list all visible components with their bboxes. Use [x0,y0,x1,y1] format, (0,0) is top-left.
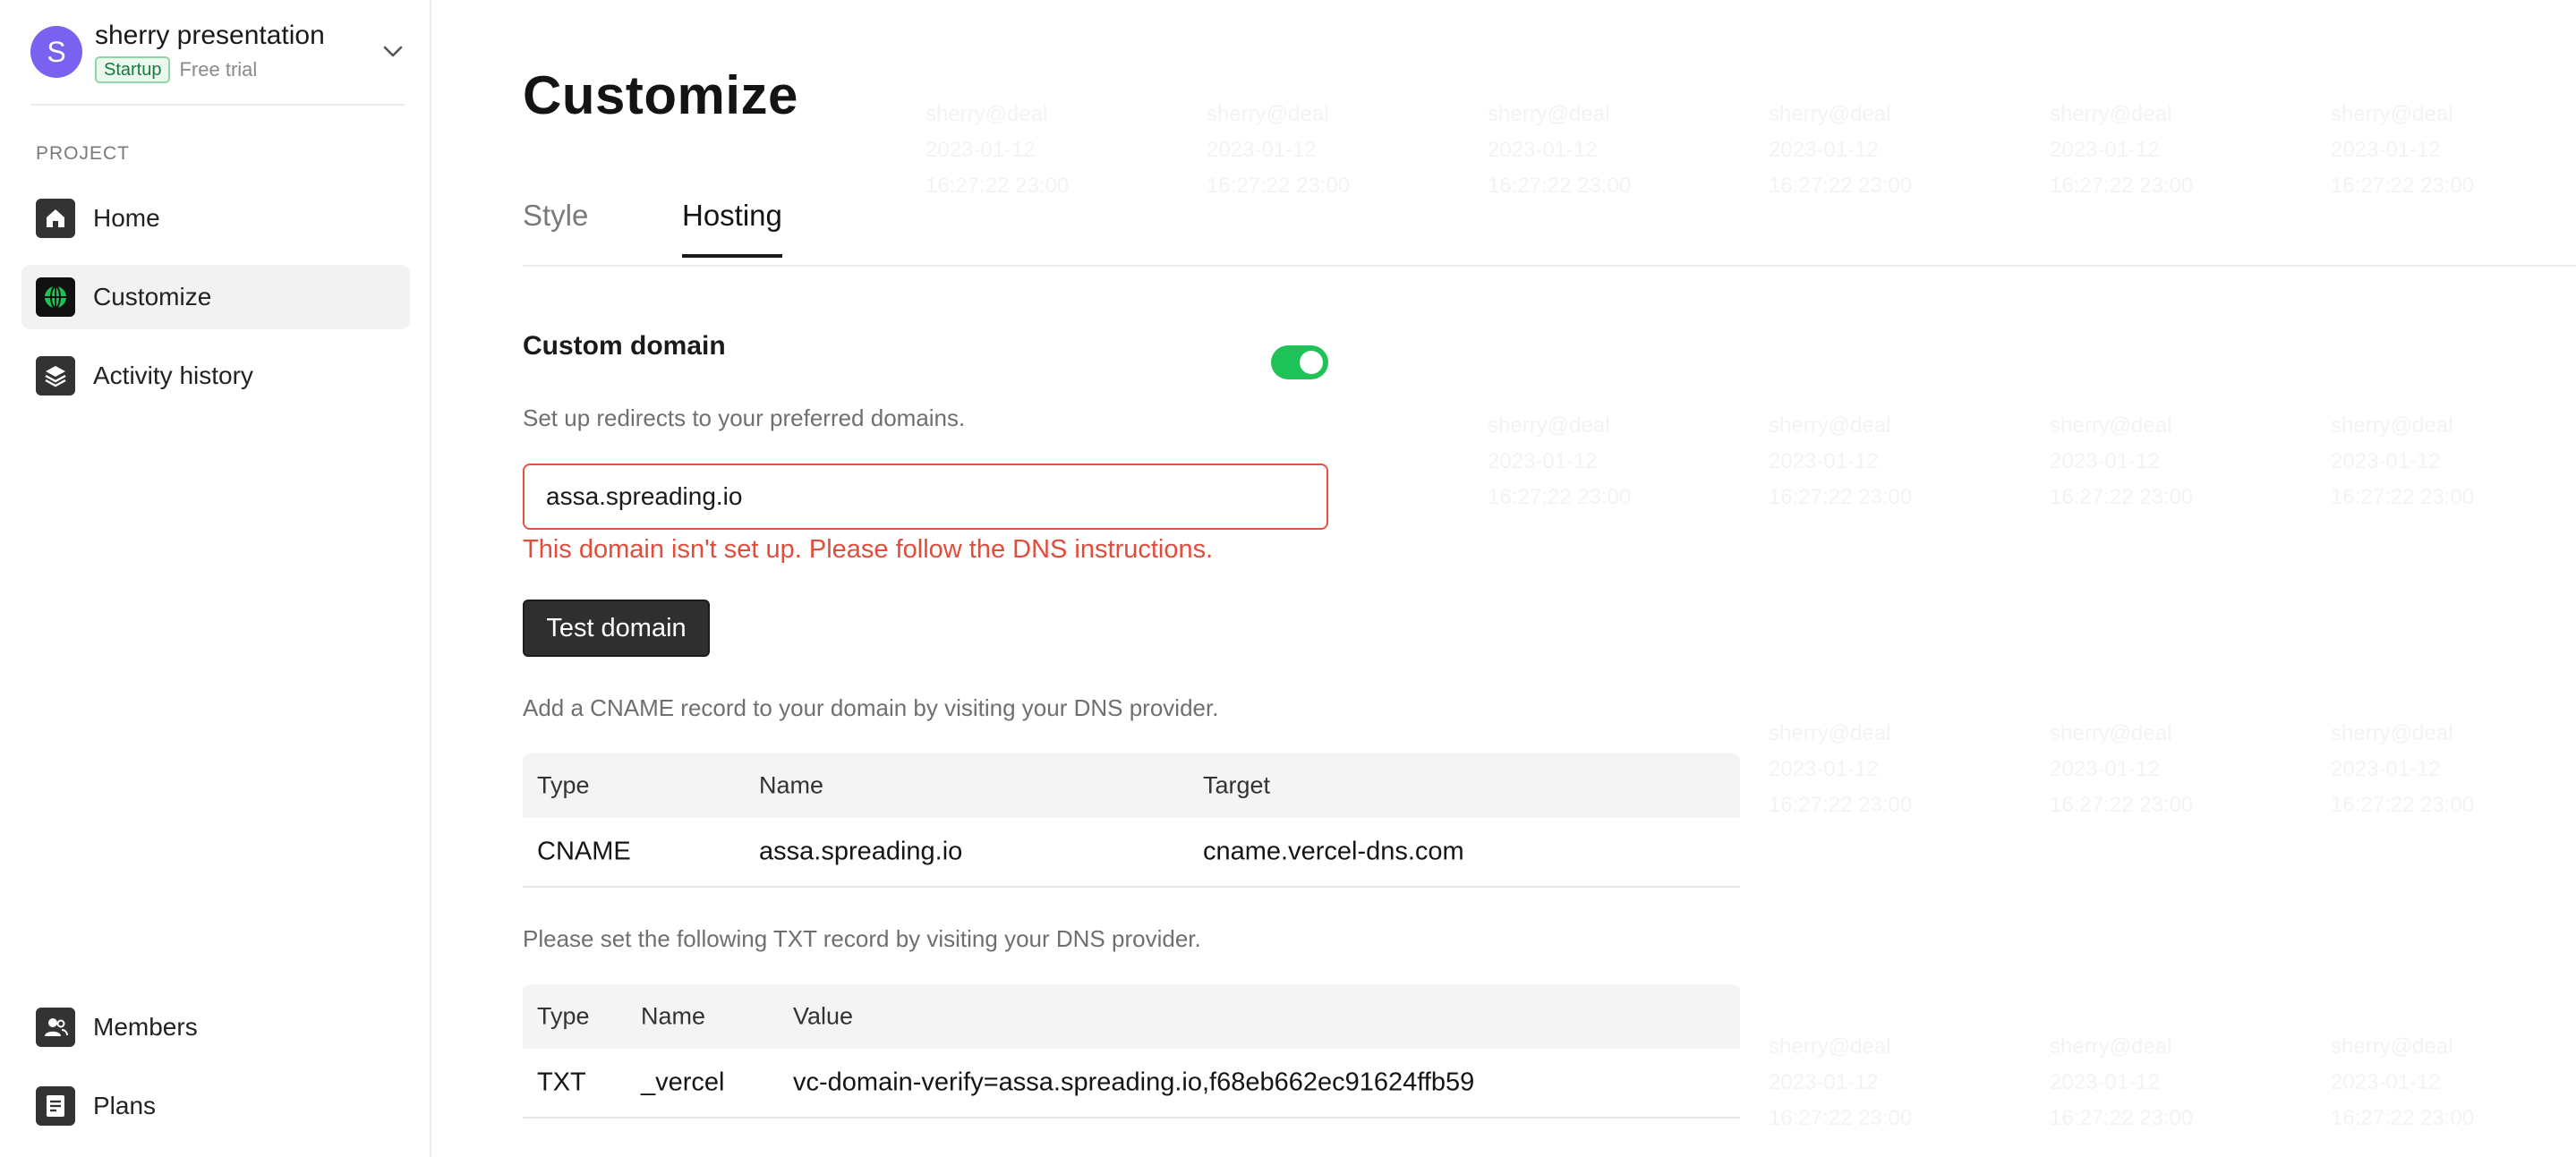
sidebar-item-activity-history[interactable]: Activity history [21,344,410,408]
workspace-name: sherry presentation [95,21,325,50]
plan-badge: Startup [95,56,171,83]
avatar: S [30,26,82,78]
sidebar-item-members[interactable]: Members [21,995,410,1059]
table-row: TXT _vercel vc-domain-verify=assa.spread… [523,1049,1740,1119]
workspace-meta: Startup Free trial [95,56,380,83]
txt-instructions: Please set the following TXT record by v… [523,925,1201,952]
sidebar-item-home[interactable]: Home [21,186,410,251]
test-domain-button[interactable]: Test domain [523,600,710,657]
globe-icon [36,277,75,317]
custom-domain-description: Set up redirects to your preferred domai… [523,404,966,431]
workspace-info: sherry presentation Startup Free trial [95,21,380,83]
section-label-project: PROJECT [36,143,131,164]
cell-type: TXT [537,1068,586,1097]
table-header: Type Name Value [523,984,1740,1049]
cell-name: _vercel [641,1068,725,1097]
tab-hosting[interactable]: Hosting [682,199,782,258]
tab-bar: Style Hosting [523,199,2576,267]
home-icon [36,199,75,238]
column-header-type: Type [537,771,590,799]
table-row: CNAME assa.spreading.io cname.vercel-dns… [523,818,1740,888]
sidebar-item-customize[interactable]: Customize [21,265,410,329]
column-header-value: Value [793,1002,854,1030]
sidebar-divider [30,104,405,106]
domain-error-message: This domain isn't set up. Please follow … [523,535,1214,564]
trial-label: Free trial [179,58,258,81]
cell-value: vc-domain-verify=assa.spreading.io,f68eb… [793,1068,1475,1097]
sidebar-item-label: Customize [93,283,212,311]
sidebar-item-plans[interactable]: Plans [21,1074,410,1138]
sidebar-item-label: Members [93,1013,198,1041]
sidebar: S sherry presentation Startup Free trial… [0,0,431,1157]
column-header-name: Name [641,1002,706,1030]
txt-table: Type Name Value TXT _vercel vc-domain-ve… [523,984,1740,1119]
domain-input[interactable] [523,464,1328,530]
toggle-knob [1300,351,1323,374]
cname-table: Type Name Target CNAME assa.spreading.io… [523,753,1740,888]
chevron-down-icon[interactable] [380,38,406,65]
members-icon [36,1008,75,1047]
tab-style[interactable]: Style [523,199,588,254]
column-header-name: Name [759,771,824,799]
cell-target: cname.vercel-dns.com [1203,837,1464,866]
page-title: Customize [523,65,798,125]
plans-icon [36,1086,75,1126]
custom-domain-toggle[interactable] [1271,345,1328,379]
sidebar-item-label: Home [93,204,160,232]
workspace-switcher[interactable]: S sherry presentation Startup Free trial [30,20,406,84]
sidebar-item-label: Plans [93,1092,157,1119]
cname-instructions: Add a CNAME record to your domain by vis… [523,694,1219,721]
table-header: Type Name Target [523,753,1740,818]
custom-domain-heading: Custom domain [523,331,726,361]
column-header-type: Type [537,1002,590,1030]
cell-name: assa.spreading.io [759,837,963,866]
layers-icon [36,356,75,396]
sidebar-item-label: Activity history [93,362,253,389]
column-header-target: Target [1203,771,1271,799]
cell-type: CNAME [537,837,631,866]
